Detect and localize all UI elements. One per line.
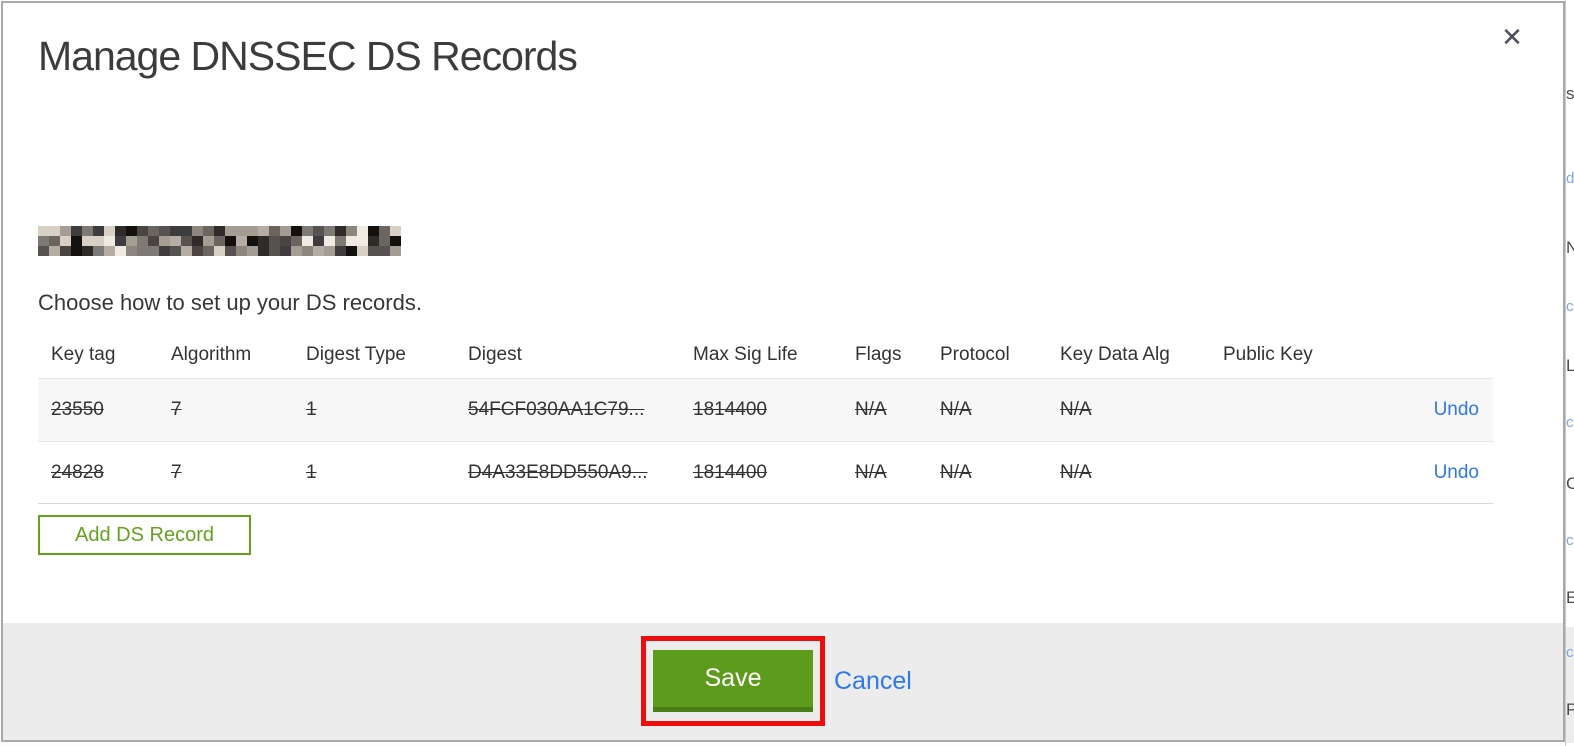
table-header-row: Key tag Algorithm Digest Type Digest Max… bbox=[38, 331, 1493, 378]
add-ds-record-button[interactable]: Add DS Record bbox=[38, 515, 251, 555]
column-header-key-data-alg: Key Data Alg bbox=[1060, 343, 1170, 365]
dialog-title: Manage DNSSEC DS Records bbox=[38, 33, 578, 79]
save-button[interactable]: Save bbox=[653, 650, 813, 712]
cell-key-tag: 23550 bbox=[51, 399, 104, 420]
background-text-fragment: N bbox=[1566, 238, 1574, 258]
column-header-protocol: Protocol bbox=[940, 343, 1010, 365]
close-icon[interactable]: ✕ bbox=[1497, 23, 1527, 53]
red-highlight-annotation: Save bbox=[641, 636, 825, 726]
cell-key-tag: 24828 bbox=[51, 461, 104, 483]
redacted-domain-name bbox=[38, 226, 401, 256]
cell-digest-type: 1 bbox=[306, 461, 317, 483]
column-header-key-tag: Key tag bbox=[51, 343, 116, 365]
cell-flags: N/A bbox=[855, 461, 887, 483]
dnssec-ds-records-dialog: Manage DNSSEC DS Records ✕ Choose how to… bbox=[1, 1, 1565, 742]
background-text-fragment: s bbox=[1566, 84, 1574, 103]
background-text-fragment: E bbox=[1566, 588, 1574, 608]
cell-digest: D4A33E8DD550A9... bbox=[468, 461, 648, 483]
undo-link[interactable]: Undo bbox=[1434, 462, 1479, 483]
cell-key-data-alg: N/A bbox=[1060, 399, 1092, 420]
cancel-link[interactable]: Cancel bbox=[834, 667, 912, 696]
column-header-flags: Flags bbox=[855, 343, 902, 365]
background-text-fragment: c bbox=[1566, 414, 1574, 431]
column-header-public-key: Public Key bbox=[1223, 343, 1313, 365]
cell-digest-type: 1 bbox=[306, 399, 317, 420]
table-row: 24828 7 1 D4A33E8DD550A9... 1814400 N/A … bbox=[38, 441, 1493, 504]
cell-max-sig-life: 1814400 bbox=[693, 461, 767, 483]
cell-digest: 54FCF030AA1C79... bbox=[468, 399, 645, 420]
cell-flags: N/A bbox=[855, 399, 887, 420]
background-page-edge: s d Nc Lc Cc Ec P bbox=[1565, 0, 1574, 746]
cell-protocol: N/A bbox=[940, 461, 972, 483]
background-text-fragment: d bbox=[1566, 170, 1574, 187]
background-text-fragment: P bbox=[1566, 700, 1574, 720]
column-header-digest-type: Digest Type bbox=[306, 343, 406, 365]
background-text-fragment: c bbox=[1566, 532, 1574, 549]
background-text-fragment: c bbox=[1566, 298, 1574, 315]
undo-link[interactable]: Undo bbox=[1434, 399, 1479, 420]
background-text-fragment: c bbox=[1566, 644, 1574, 661]
cell-actions: Undo bbox=[1373, 399, 1493, 421]
column-header-algorithm: Algorithm bbox=[171, 343, 252, 365]
cell-key-data-alg: N/A bbox=[1060, 461, 1092, 483]
column-header-max-sig-life: Max Sig Life bbox=[693, 343, 798, 365]
dialog-subtitle: Choose how to set up your DS records. bbox=[38, 290, 422, 315]
column-header-digest: Digest bbox=[468, 343, 522, 365]
cell-protocol: N/A bbox=[940, 399, 972, 420]
cell-actions: Undo bbox=[1373, 462, 1493, 484]
cell-algorithm: 7 bbox=[171, 399, 182, 420]
screenshot-root: s d Nc Lc Cc Ec P Manage DNSSEC DS Records ✕ C… bbox=[0, 0, 1574, 746]
cell-max-sig-life: 1814400 bbox=[693, 399, 767, 420]
background-text-fragment: C bbox=[1566, 474, 1574, 494]
background-text-fragment: L bbox=[1566, 356, 1574, 376]
dialog-footer: Save Cancel bbox=[3, 623, 1563, 740]
cell-algorithm: 7 bbox=[171, 461, 182, 483]
table-row: 23550 7 1 54FCF030AA1C79... 1814400 N/A … bbox=[38, 378, 1493, 441]
ds-records-table: Key tag Algorithm Digest Type Digest Max… bbox=[38, 331, 1493, 504]
